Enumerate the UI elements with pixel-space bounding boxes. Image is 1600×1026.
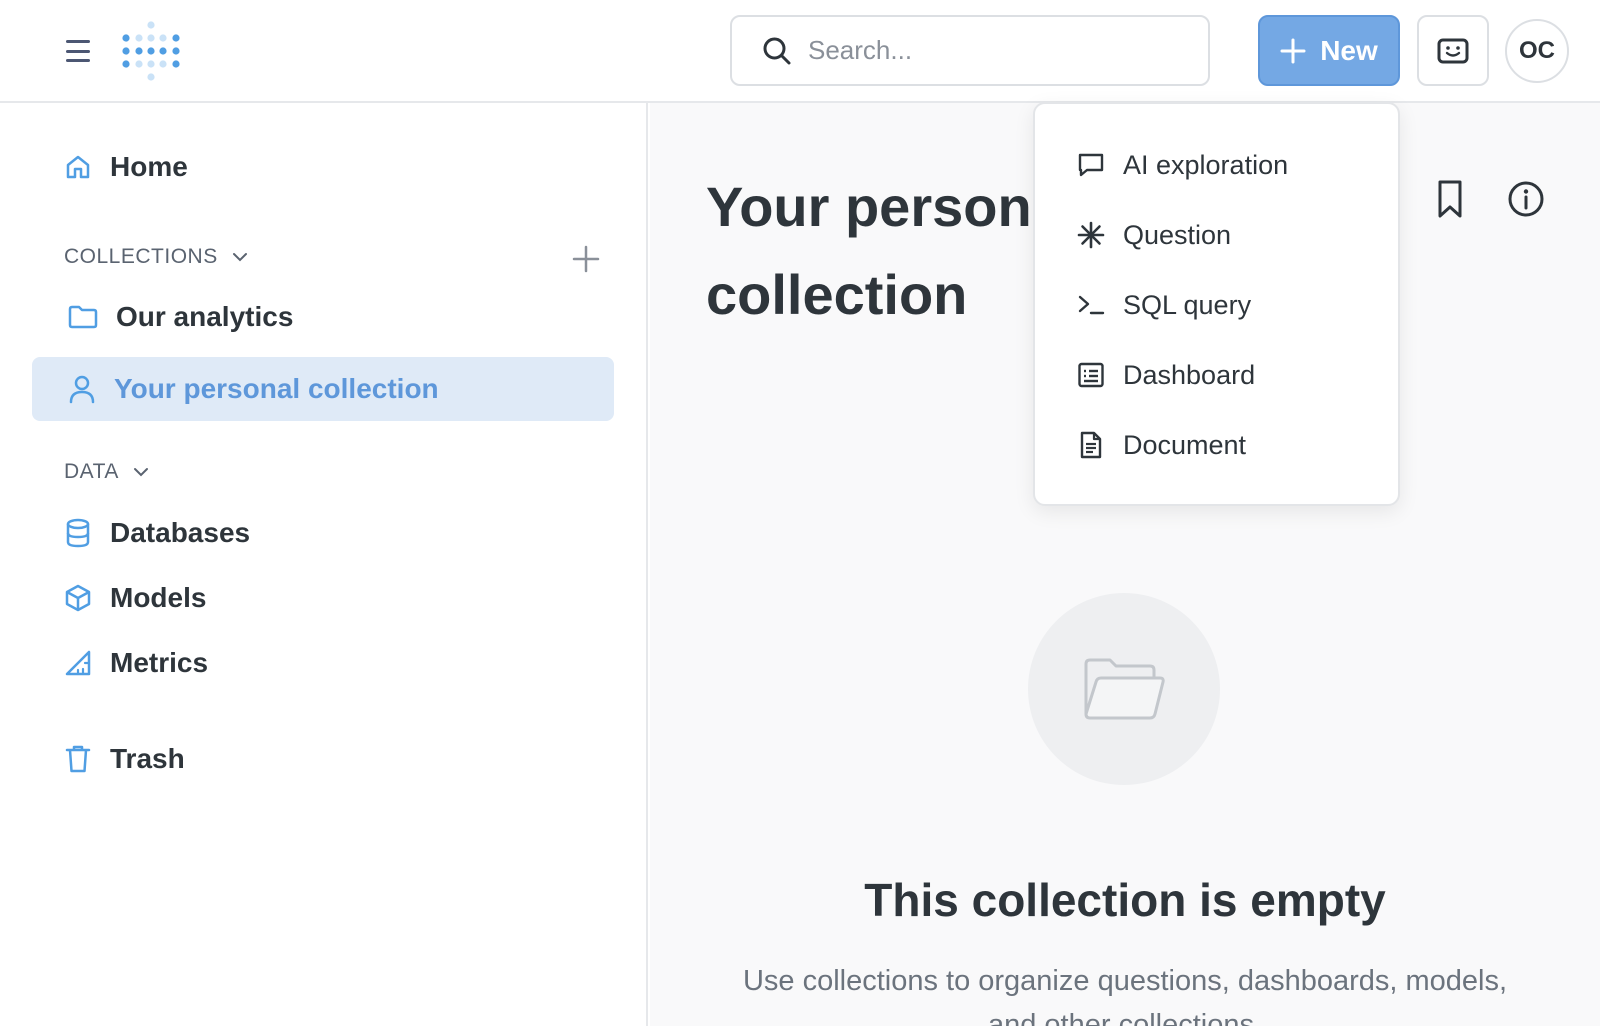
sidebar-item-trash[interactable]: Trash [32,727,614,791]
person-icon [69,375,95,404]
app-logo-icon[interactable] [120,18,182,84]
avatar-initials: OC [1519,37,1555,64]
data-section-label: DATA [64,460,119,483]
folder-icon [68,305,98,329]
hamburger-line [66,49,90,53]
bookmark-icon[interactable] [1434,179,1466,219]
plus-icon [1280,38,1306,63]
chat-icon [1078,153,1104,177]
new-menu-item-document[interactable]: Document [1035,410,1398,480]
metabot-button[interactable] [1417,15,1489,86]
collections-section-label: COLLECTIONS [64,245,218,268]
sidebar-item-label: Home [110,151,188,182]
dashboard-icon [1078,362,1104,388]
document-icon [1080,431,1102,459]
collections-section-toggle[interactable]: COLLECTIONS [64,245,248,269]
metabot-icon [1437,38,1469,63]
ruler-icon [65,650,91,676]
sidebar: Home COLLECTIONS Our analytics Your pers… [0,103,648,1026]
sidebar-item-label: Databases [110,517,251,548]
sidebar-item-label: Models [110,582,207,613]
home-icon [66,155,90,179]
sidebar-item-label: Metrics [110,647,209,678]
hamburger-line [66,40,90,43]
sidebar-item-our-analytics[interactable]: Our analytics [32,285,614,349]
empty-state-title: This collection is empty [864,874,1386,926]
add-collection-icon[interactable] [570,243,602,275]
empty-state-illustration [1028,593,1220,785]
sidebar-item-label: Your personal collection [114,373,439,404]
search-icon [763,37,791,64]
sidebar-item-personal-collection[interactable]: Your personal collection [32,357,614,421]
terminal-icon [1078,295,1105,315]
new-menu-item-ai-exploration[interactable]: AI exploration [1035,130,1398,200]
menu-item-label: Dashboard [1123,359,1256,390]
user-avatar[interactable]: OC [1505,19,1569,83]
new-menu-item-question[interactable]: Question [1035,200,1398,270]
menu-item-label: Document [1123,429,1247,460]
hamburger-line [66,59,90,62]
empty-state-description: Use collections to organize questions, d… [742,965,1508,1026]
open-folder-icon [1084,658,1165,720]
database-icon [66,518,90,548]
asterisk-icon [1077,221,1105,249]
menu-toggle-button[interactable] [60,36,96,66]
new-button[interactable]: New [1258,15,1400,86]
menu-item-label: SQL query [1123,289,1252,320]
sidebar-item-models[interactable]: Models [32,566,614,630]
sidebar-item-metrics[interactable]: Metrics [32,631,614,695]
new-button-label: New [1320,34,1378,66]
sidebar-item-home[interactable]: Home [32,135,614,199]
top-navigation-bar: New OC [0,0,1600,103]
trash-icon [65,745,91,773]
data-section-toggle[interactable]: DATA [64,460,149,484]
menu-item-label: Question [1123,219,1232,250]
menu-item-label: AI exploration [1123,149,1289,180]
new-menu-item-dashboard[interactable]: Dashboard [1035,340,1398,410]
chevron-down-icon [133,468,148,477]
info-icon[interactable] [1506,179,1546,219]
search-input[interactable] [808,35,1188,66]
new-menu-item-sql-query[interactable]: SQL query [1035,270,1398,340]
cube-icon [65,584,91,612]
sidebar-item-databases[interactable]: Databases [32,501,614,565]
search-box[interactable] [730,15,1210,86]
sidebar-item-label: Trash [110,743,185,774]
chevron-down-icon [232,253,247,262]
sidebar-item-label: Our analytics [116,301,294,332]
new-menu-dropdown: AI exploration Question SQL query Dashbo… [1033,102,1400,506]
